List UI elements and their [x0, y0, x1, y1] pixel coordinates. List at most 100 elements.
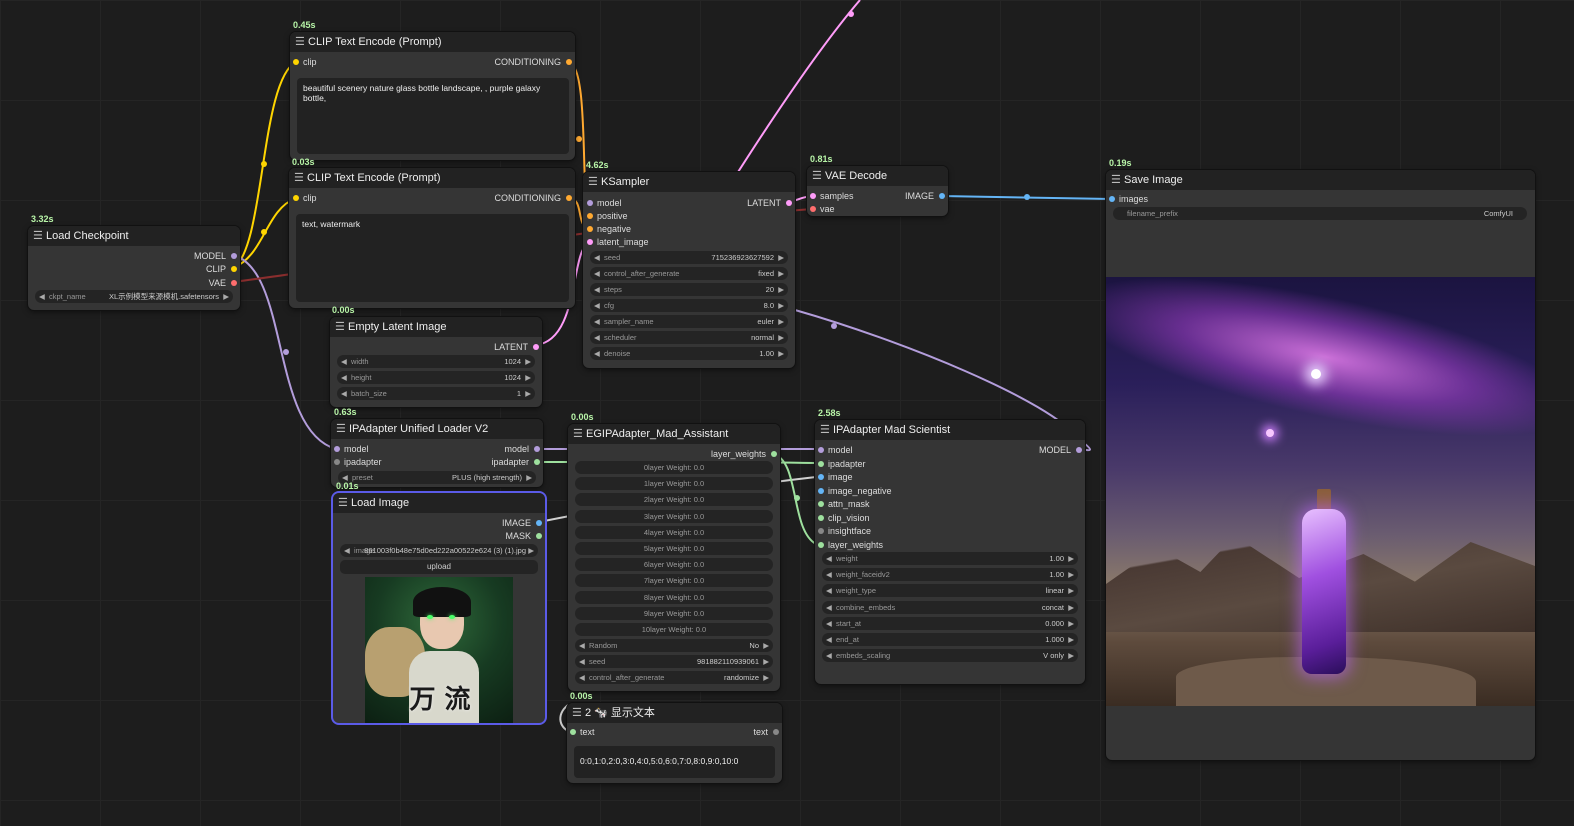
right-arrow-icon[interactable]: ▶ [223, 290, 229, 303]
preset-widget[interactable]: ◀ preset PLUS (high strength) ▶ [338, 471, 536, 484]
menu-icon[interactable]: ☰ [820, 420, 830, 440]
node-empty-latent-image[interactable]: ☰ Empty Latent Image LATENT ◀ width 1024 ▶ ◀… [330, 317, 542, 407]
output-model[interactable]: MODEL [1039, 445, 1071, 455]
output-dot[interactable] [533, 344, 539, 350]
output-conditioning[interactable]: CONDITIONING [495, 57, 562, 67]
menu-icon[interactable]: ☰ [572, 703, 582, 723]
node-title[interactable]: ☰ Empty Latent Image [330, 317, 542, 337]
input-ipadapter[interactable]: ipadapter [828, 459, 866, 469]
weight-widget[interactable]: ◀ weight 1.00 ▶ [822, 552, 1078, 565]
input-dot[interactable] [810, 206, 816, 212]
node-vae-decode[interactable]: ☰ VAE Decode samples vae IMAGE [807, 166, 948, 216]
control-after-generate-widget[interactable]: ◀ control_after_generate fixed ▶ [590, 267, 788, 280]
input-model[interactable]: model [344, 444, 369, 454]
input-dot[interactable] [818, 514, 824, 521]
ckpt-name-widget[interactable]: ◀ ckpt_name XL示例模型来源模机.safetensors ▶ [35, 290, 233, 303]
combine-embeds-widget[interactable]: ◀ combine_embeds concat ▶ [822, 600, 1078, 614]
left-arrow-icon[interactable]: ◀ [39, 290, 45, 303]
node-title[interactable]: ☰ KSampler [583, 172, 795, 192]
input-dot[interactable] [1109, 196, 1115, 202]
node-title[interactable]: ☰ Load Checkpoint [28, 226, 240, 246]
layer-weight-row[interactable]: 5layer Weight: 0.0 [575, 542, 773, 555]
node-title[interactable]: ☰ CLIP Text Encode (Prompt) [289, 168, 575, 188]
input-clip[interactable]: clip [303, 193, 317, 203]
menu-icon[interactable]: ☰ [338, 493, 348, 513]
output-latent[interactable]: LATENT [494, 342, 528, 352]
input-ipadapter[interactable]: ipadapter [344, 457, 382, 467]
layer-weight-row[interactable]: 3layer Weight: 0.0 [575, 509, 773, 523]
input-images[interactable]: images [1119, 194, 1148, 204]
output-dot[interactable] [231, 266, 237, 272]
node-title[interactable]: ☰ CLIP Text Encode (Prompt) [290, 32, 575, 52]
node-ipadapter-mad-scientist[interactable]: ☰ IPAdapter Mad Scientist model ipadapter i… [815, 420, 1085, 684]
node-title[interactable]: ☰ IPAdapter Mad Scientist [815, 420, 1085, 440]
input-dot[interactable] [334, 446, 340, 452]
layer-weight-row[interactable]: 4layer Weight: 0.0 [575, 525, 773, 539]
batch-size-widget[interactable]: ◀ batch_size 1 ▶ [337, 387, 535, 400]
start-at-widget[interactable]: ◀ start_at 0.000 ▶ [822, 616, 1078, 630]
output-dot[interactable] [786, 200, 792, 206]
input-negative[interactable]: negative [597, 224, 631, 234]
layer-weight-row[interactable]: 9layer Weight: 0.0 [575, 606, 773, 620]
node-title[interactable]: ☰ Load Image [333, 493, 545, 513]
node-clip-text-encode-negative[interactable]: ☰ CLIP Text Encode (Prompt) clip CONDITIO… [289, 168, 575, 308]
input-dot[interactable] [818, 460, 824, 467]
node-save-image[interactable]: ☰ Save Image images filename_prefix ComfyU… [1106, 170, 1535, 760]
input-positive[interactable]: positive [597, 211, 628, 221]
output-model[interactable]: MODEL [194, 251, 226, 261]
filename-prefix-widget[interactable]: filename_prefix ComfyUI [1113, 207, 1527, 220]
input-dot[interactable] [818, 487, 824, 494]
node-title[interactable]: ☰ Save Image [1106, 170, 1535, 190]
input-dot[interactable] [293, 59, 299, 65]
node-title[interactable]: ☰ VAE Decode [807, 166, 948, 186]
layer-weight-row[interactable]: 1layer Weight: 0.0 [575, 477, 773, 491]
seed-widget[interactable]: ◀ seed 981882110939061 ▶ [575, 655, 773, 668]
sampler-name-widget[interactable]: ◀ sampler_name euler ▶ [590, 315, 788, 328]
output-ipadapter[interactable]: ipadapter [491, 457, 529, 467]
output-dot[interactable] [773, 729, 779, 735]
end-at-widget[interactable]: ◀ end_at 1.000 ▶ [822, 633, 1078, 646]
layer-weight-row[interactable]: 6layer Weight: 0.0 [575, 558, 773, 572]
weight-faceidv2-widget[interactable]: ◀ weight_faceidv2 1.00 ▶ [822, 568, 1078, 582]
upload-button[interactable]: upload [340, 560, 538, 574]
input-dot[interactable] [334, 459, 340, 465]
layer-weight-row[interactable]: 2layer Weight: 0.0 [575, 493, 773, 507]
input-dot[interactable] [818, 501, 824, 507]
input-samples[interactable]: samples [820, 191, 854, 201]
image-select-widget[interactable]: ◀ image 861003f0b48e75d0ed222a00522e624 (3… [340, 544, 538, 557]
menu-icon[interactable]: ☰ [336, 419, 346, 439]
output-image[interactable]: IMAGE [502, 518, 531, 528]
output-mask[interactable]: MASK [505, 531, 531, 541]
output-dot[interactable] [1076, 447, 1082, 453]
weight-type-widget[interactable]: ◀ weight_type linear ▶ [822, 584, 1078, 598]
output-dot[interactable] [939, 193, 945, 199]
menu-icon[interactable]: ☰ [294, 168, 304, 188]
height-widget[interactable]: ◀ height 1024 ▶ [337, 371, 535, 384]
node-title[interactable]: ☰ EGIPAdapter_Mad_Assistant [568, 424, 780, 444]
layer-weight-row[interactable]: 10layer Weight: 0.0 [575, 623, 773, 636]
menu-icon[interactable]: ☰ [588, 172, 598, 192]
width-widget[interactable]: ◀ width 1024 ▶ [337, 355, 535, 368]
input-latent-image[interactable]: latent_image [597, 237, 649, 247]
output-dot[interactable] [566, 195, 572, 201]
layer-weight-row[interactable]: 0layer Weight: 0.0 [575, 461, 773, 474]
menu-icon[interactable]: ☰ [1111, 170, 1121, 190]
input-image-negative[interactable]: image_negative [828, 486, 892, 496]
node-ipadapter-unified-loader[interactable]: ☰ IPAdapter Unified Loader V2 model ipada… [331, 419, 543, 487]
layer-weight-row[interactable]: 7layer Weight: 0.0 [575, 574, 773, 588]
control-after-generate-widget[interactable]: ◀ control_after_generate randomize ▶ [575, 671, 773, 684]
menu-icon[interactable]: ☰ [812, 166, 822, 186]
input-dot[interactable] [587, 213, 593, 219]
output-text[interactable]: text [753, 727, 768, 737]
denoise-widget[interactable]: ◀ denoise 1.00 ▶ [590, 347, 788, 360]
menu-icon[interactable]: ☰ [573, 424, 583, 444]
input-model[interactable]: model [597, 198, 622, 208]
input-vae[interactable]: vae [820, 204, 835, 214]
output-dot[interactable] [231, 280, 237, 286]
embeds-scaling-widget[interactable]: ◀ embeds_scaling V only ▶ [822, 649, 1078, 663]
menu-icon[interactable]: ☰ [33, 226, 43, 246]
input-dot[interactable] [587, 200, 593, 206]
menu-icon[interactable]: ☰ [295, 32, 305, 52]
output-conditioning[interactable]: CONDITIONING [495, 193, 562, 203]
output-vae[interactable]: VAE [209, 278, 226, 288]
